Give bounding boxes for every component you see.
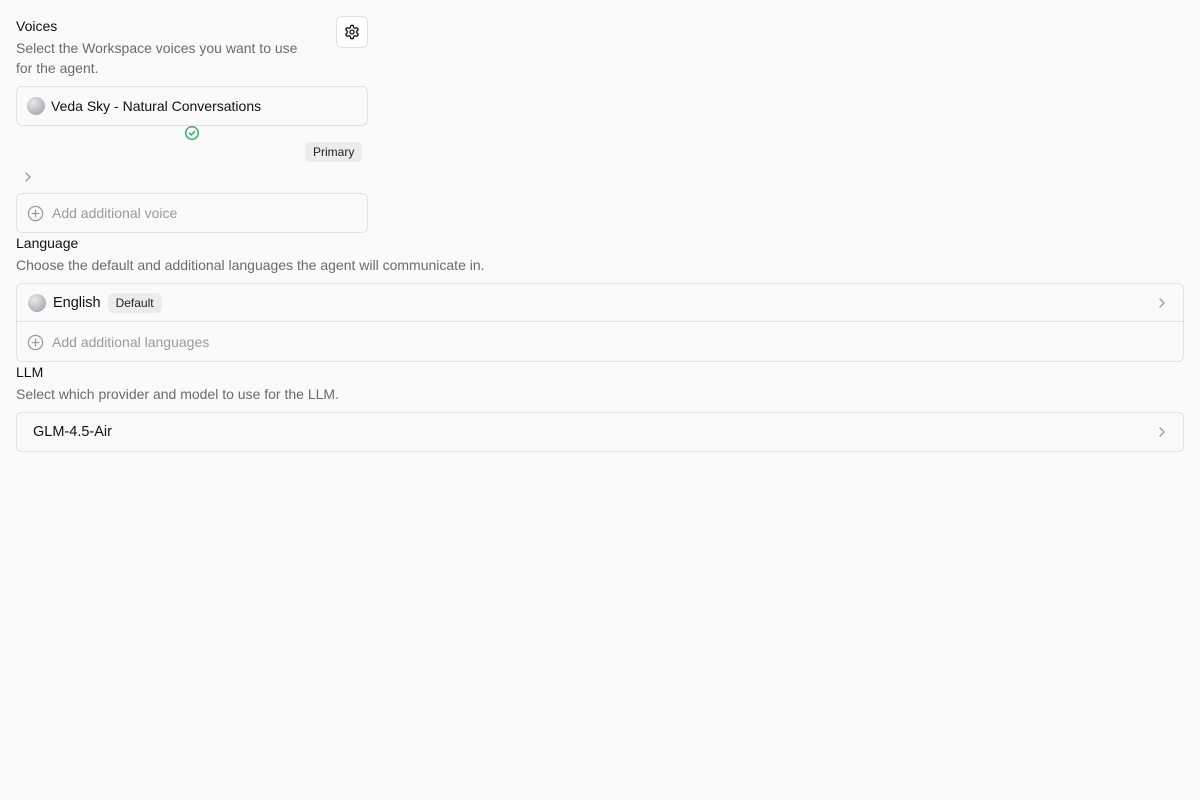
llm-model-selector[interactable]: GLM-4.5-Air xyxy=(16,412,1184,452)
primary-badge: Primary xyxy=(305,142,363,162)
language-flag xyxy=(28,293,46,312)
default-badge: Default xyxy=(107,292,162,313)
voice-settings-button[interactable] xyxy=(336,16,368,48)
add-language-label: Add additional languages xyxy=(52,334,210,350)
language-row-english[interactable]: English Default xyxy=(17,284,1183,322)
selected-voice-row[interactable]: Veda Sky - Natural Conversations xyxy=(16,86,368,126)
chevron-right-icon xyxy=(1155,296,1169,310)
plus-circle-icon xyxy=(27,205,44,222)
voices-description-line2: for the agent. xyxy=(16,60,99,76)
language-description: Choose the default and additional langua… xyxy=(16,257,485,273)
llm-description: Select which provider and model to use f… xyxy=(16,386,339,402)
llm-title: LLM xyxy=(16,364,44,380)
voices-title: Voices xyxy=(16,18,58,34)
language-list: English Default Add additional languages xyxy=(16,283,1184,362)
add-voice-label: Add additional voice xyxy=(52,205,178,221)
check-circle-icon xyxy=(184,125,200,141)
language-title: Language xyxy=(16,235,79,251)
language-name: English xyxy=(53,294,101,311)
voice-avatar xyxy=(27,97,45,115)
chevron-right-icon[interactable] xyxy=(21,170,35,184)
add-language-button[interactable]: Add additional languages xyxy=(17,323,1183,361)
llm-model-name: GLM-4.5-Air xyxy=(33,424,112,440)
add-voice-button[interactable]: Add additional voice xyxy=(16,193,368,233)
voices-description-line1: Select the Workspace voices you want to … xyxy=(16,40,298,56)
gear-icon xyxy=(344,24,360,40)
chevron-right-icon xyxy=(1155,425,1169,439)
selected-voice-name: Veda Sky - Natural Conversations xyxy=(51,98,262,114)
plus-circle-icon xyxy=(27,334,44,351)
